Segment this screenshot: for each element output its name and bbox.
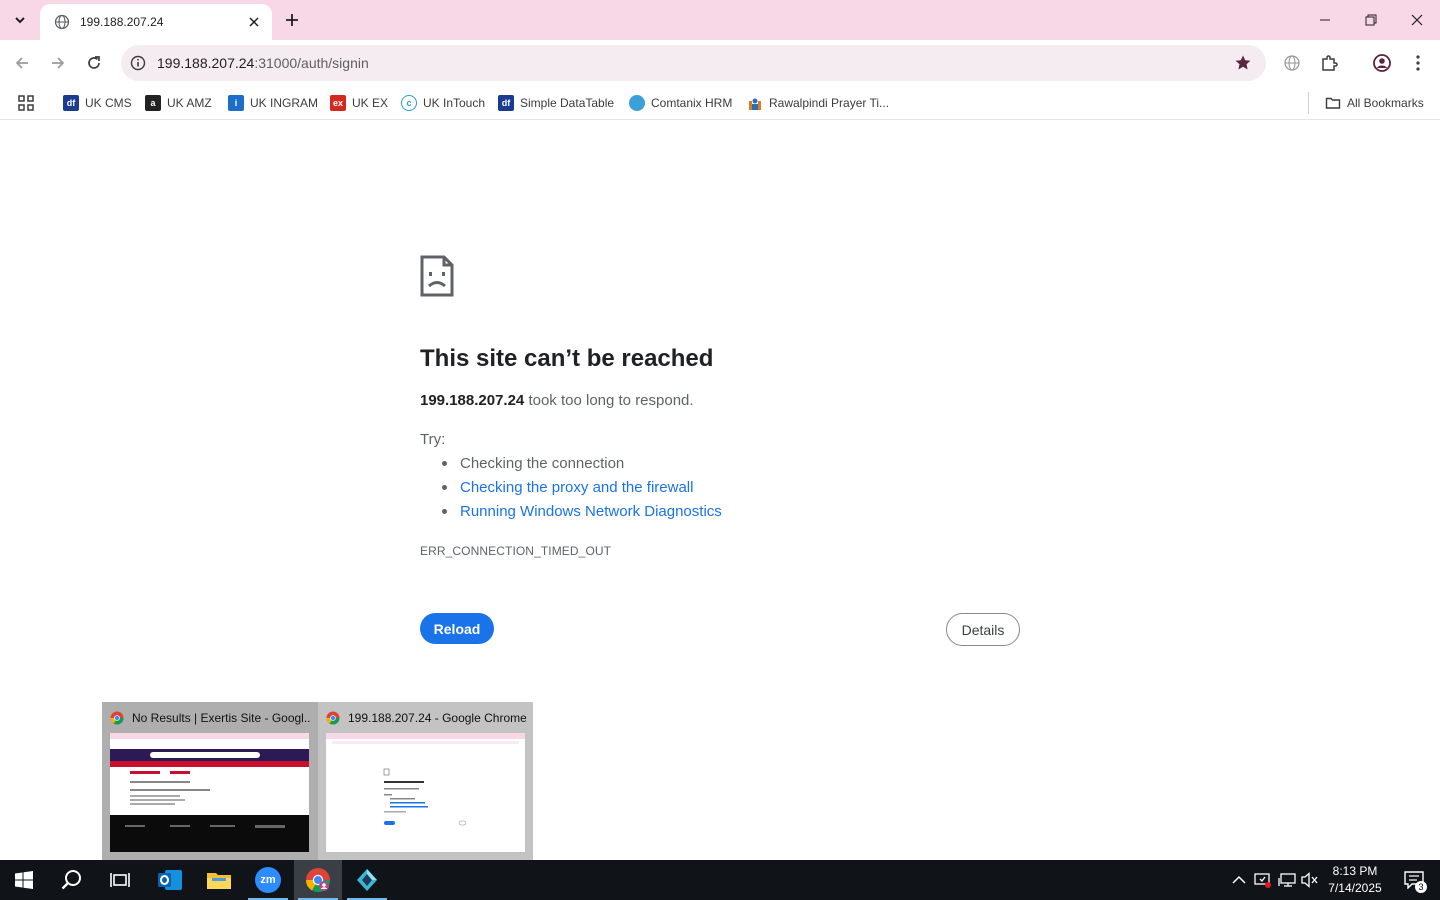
- suggestion-network-diagnostics-link[interactable]: Running Windows Network Diagnostics: [460, 503, 722, 520]
- restore-icon[interactable]: [1348, 0, 1394, 40]
- tab-title: 199.188.207.24: [80, 15, 164, 29]
- error-title: This site can’t be reached: [420, 345, 714, 372]
- error-message: 199.188.207.24 took too long to respond.: [420, 392, 694, 409]
- back-arrow-icon[interactable]: [8, 49, 36, 77]
- outlook-icon[interactable]: [146, 860, 194, 900]
- thumbnail-title: No Results | Exertis Site - Googl...: [132, 711, 310, 725]
- chrome-icon: [326, 711, 340, 725]
- bookmark-star-icon[interactable]: [1234, 54, 1252, 72]
- taskbar-thumbnail-popup: No Results | Exertis Site - Googl... 199…: [102, 702, 533, 860]
- suggestion-check-connection: Checking the connection: [460, 455, 625, 472]
- new-tab-plus-icon[interactable]: [280, 8, 304, 32]
- zoom-icon[interactable]: zm: [244, 860, 292, 900]
- close-window-icon[interactable]: [1394, 0, 1440, 40]
- bookmark-label: UK INGRAM: [250, 96, 319, 110]
- profile-avatar-icon[interactable]: [1368, 49, 1396, 77]
- url-text[interactable]: 199.188.207.24:31000/auth/signin: [157, 55, 369, 71]
- ex-icon: ex: [330, 95, 346, 111]
- comtanix-icon: [629, 95, 645, 111]
- bookmarks-divider: [1308, 92, 1309, 114]
- tab-search-chevron-icon[interactable]: [6, 6, 34, 34]
- bookmark-label: UK AMZ: [167, 96, 212, 110]
- bookmark-label: UK InTouch: [423, 96, 486, 110]
- menu-kebab-icon[interactable]: [1404, 49, 1432, 77]
- bullet: [442, 461, 447, 466]
- details-button[interactable]: Details: [946, 613, 1020, 646]
- url-path: :31000/auth/signin: [254, 55, 369, 71]
- prayer-icon: [747, 95, 763, 111]
- reload-icon[interactable]: [80, 49, 108, 77]
- bookmark-label: UK CMS: [85, 96, 132, 110]
- try-label: Try:: [420, 431, 446, 448]
- bookmark-label: UK EX: [352, 96, 389, 110]
- folder-icon: [1325, 95, 1341, 111]
- start-icon[interactable]: [0, 860, 48, 900]
- bookmark-label: Rawalpindi Prayer Ti...: [769, 96, 890, 110]
- browser-toolbar: 199.188.207.24:31000/auth/signin: [0, 40, 1440, 86]
- bookmark-label: Simple DataTable: [520, 96, 615, 110]
- address-bar[interactable]: 199.188.207.24:31000/auth/signin: [121, 45, 1266, 81]
- df-icon: df: [498, 95, 514, 111]
- forward-arrow-icon[interactable]: [44, 49, 72, 77]
- suggestion-proxy-firewall-link[interactable]: Checking the proxy and the firewall: [460, 479, 693, 496]
- thumbnail-exertis-window[interactable]: No Results | Exertis Site - Googl...: [102, 702, 317, 860]
- bookmark-uk-ex[interactable]: ex UK EX: [330, 91, 388, 115]
- chrome-icon: [110, 711, 124, 725]
- security-icon[interactable]: [1253, 870, 1273, 890]
- windows-taskbar: zm 8:13 PM 7/14/2025 3: [0, 860, 1440, 900]
- app-icon[interactable]: [343, 860, 391, 900]
- chrome-icon[interactable]: [294, 860, 342, 900]
- globe-icon: [54, 14, 70, 30]
- extensions-puzzle-icon[interactable]: [1315, 49, 1343, 77]
- active-tab[interactable]: 199.188.207.24: [40, 4, 272, 40]
- bookmark-uk-amz[interactable]: a UK AMZ: [145, 91, 212, 115]
- bookmark-uk-cms[interactable]: df UK CMS: [63, 91, 132, 115]
- all-bookmarks-label: All Bookmarks: [1347, 96, 1424, 110]
- site-info-icon[interactable]: [129, 54, 147, 72]
- sad-page-icon: [420, 255, 454, 297]
- thumbnail-header: 199.188.207.24 - Google Chrome: [326, 710, 526, 726]
- error-code: ERR_CONNECTION_TIMED_OUT: [420, 544, 612, 558]
- all-bookmarks-button[interactable]: All Bookmarks: [1325, 91, 1424, 115]
- bookmarks-bar: df UK CMS a UK AMZ i UK INGRAM ex UK EX …: [0, 86, 1440, 120]
- intouch-icon: c: [401, 95, 417, 111]
- notifications-icon[interactable]: 3: [1396, 860, 1432, 900]
- thumbnail-current-window[interactable]: 199.188.207.24 - Google Chrome: [318, 702, 533, 860]
- file-explorer-icon[interactable]: [195, 860, 243, 900]
- task-view-icon[interactable]: [96, 860, 144, 900]
- close-tab-icon[interactable]: [246, 14, 262, 30]
- chevron-up-icon[interactable]: [1229, 870, 1249, 890]
- ingram-icon: i: [228, 95, 244, 111]
- error-message-suffix: took too long to respond.: [524, 392, 694, 409]
- bullet: [442, 485, 447, 490]
- bullet: [442, 509, 447, 514]
- bookmark-uk-ingram[interactable]: i UK INGRAM: [228, 91, 318, 115]
- minimize-icon[interactable]: [1302, 0, 1348, 40]
- clock-time: 8:13 PM: [1332, 864, 1378, 878]
- bookmark-comtanix-hrm[interactable]: Comtanix HRM: [629, 91, 732, 115]
- df-icon: df: [63, 95, 79, 111]
- bookmark-simple-datatable[interactable]: df Simple DataTable: [498, 91, 614, 115]
- thumbnail-title: 199.188.207.24 - Google Chrome: [348, 711, 526, 725]
- notification-count-badge: 3: [1415, 881, 1427, 893]
- bookmark-uk-intouch[interactable]: c UK InTouch: [401, 91, 485, 115]
- zoom-label: zm: [255, 867, 281, 893]
- error-host: 199.188.207.24: [420, 392, 525, 409]
- translate-globe-icon[interactable]: [1278, 49, 1306, 77]
- network-icon[interactable]: [1277, 870, 1297, 890]
- volume-muted-icon[interactable]: [1300, 870, 1320, 890]
- thumbnail-preview-current: [326, 733, 525, 852]
- tab-strip: 199.188.207.24: [0, 0, 1440, 40]
- bookmark-rawalpindi-prayer[interactable]: Rawalpindi Prayer Ti...: [747, 91, 889, 115]
- amazon-icon: a: [145, 95, 161, 111]
- clock-date: 7/14/2025: [1328, 881, 1382, 895]
- bookmark-label: Comtanix HRM: [651, 96, 733, 110]
- system-clock[interactable]: 8:13 PM 7/14/2025: [1322, 863, 1388, 897]
- search-icon[interactable]: [48, 860, 96, 900]
- url-host: 199.188.207.24: [157, 55, 255, 71]
- thumbnail-header: No Results | Exertis Site - Googl...: [110, 710, 310, 726]
- reload-button[interactable]: Reload: [420, 613, 494, 644]
- thumbnail-preview-exertis: [110, 733, 309, 852]
- apps-grid-icon[interactable]: [16, 93, 36, 113]
